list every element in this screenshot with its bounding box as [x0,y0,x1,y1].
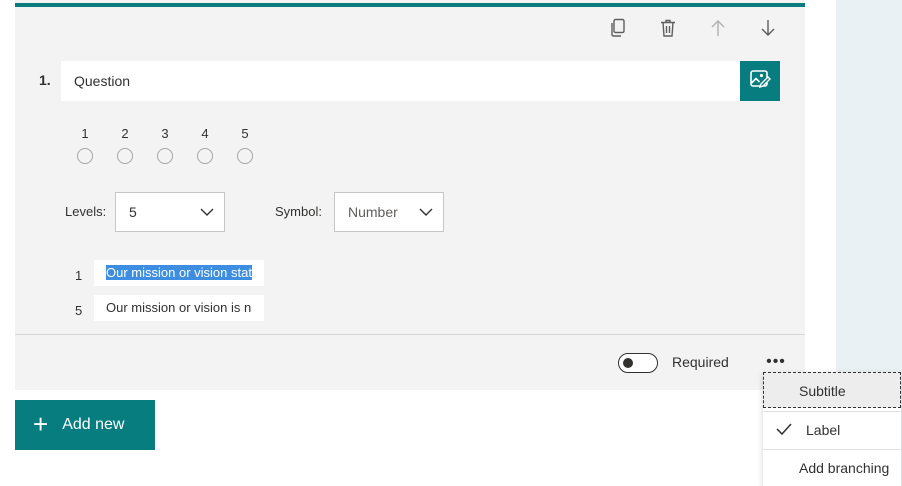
symbol-value: Number [348,204,398,220]
question-card: 1. Question 1 2 3 4 5 Levels: 5 Symbol: … [15,0,805,390]
rating-option-3[interactable]: 3 [155,126,175,164]
menu-item-subtitle[interactable]: Subtitle [763,372,901,408]
rating-option-5[interactable]: 5 [235,126,255,164]
insert-image-button[interactable] [740,61,780,101]
rating-radio[interactable] [197,148,213,164]
delete-icon[interactable] [657,16,679,40]
symbol-label: Symbol: [275,204,322,219]
menu-item-label-option[interactable]: Label [763,412,901,448]
rating-option-1[interactable]: 1 [75,126,95,164]
rating-option-label: 5 [241,126,249,141]
level-label-text: Our mission or vision is n [106,300,252,315]
rating-radio[interactable] [117,148,133,164]
card-divider [15,334,805,335]
check-icon [776,422,792,439]
card-accent-bar [15,3,805,7]
image-edit-icon [749,68,771,95]
level-number: 5 [75,303,83,318]
level-label-text: Our mission or vision stat [106,265,252,280]
rating-option-label: 2 [121,126,129,141]
rating-radio[interactable] [237,148,253,164]
arrow-down-icon[interactable] [757,16,779,40]
rating-option-label: 1 [81,126,89,141]
rating-option-label: 4 [201,126,209,141]
add-new-label: Add new [62,416,125,433]
menu-item-label: Label [806,422,841,438]
copy-icon[interactable] [607,16,629,40]
menu-item-label: Subtitle [799,383,846,399]
level-label-input[interactable]: Our mission or vision stat [94,260,264,286]
rating-option-2[interactable]: 2 [115,126,135,164]
menu-item-add-branching[interactable]: Add branching [763,450,901,486]
rating-option-label: 3 [161,126,169,141]
question-number: 1. [39,72,51,88]
level-number: 1 [75,268,83,283]
rating-option-4[interactable]: 4 [195,126,215,164]
levels-value: 5 [129,204,137,220]
rating-radio[interactable] [157,148,173,164]
toggle-knob [623,357,633,368]
levels-dropdown[interactable]: 5 [115,192,225,232]
add-new-button[interactable]: + Add new [15,400,155,450]
more-options-button[interactable]: ••• [765,351,787,373]
plus-icon: + [33,408,49,439]
arrow-up-icon[interactable] [707,16,729,40]
required-toggle[interactable] [618,353,658,373]
menu-item-label: Add branching [799,460,890,476]
required-label: Required [672,354,729,370]
more-options-menu: Subtitle Label Add branching [763,372,901,486]
rating-radio[interactable] [77,148,93,164]
level-label-input[interactable]: Our mission or vision is n [94,295,264,321]
levels-label: Levels: [65,204,107,219]
chevron-down-icon [419,193,433,231]
chevron-down-icon [200,193,214,231]
question-title-input[interactable]: Question [61,61,740,101]
symbol-dropdown[interactable]: Number [334,192,444,232]
